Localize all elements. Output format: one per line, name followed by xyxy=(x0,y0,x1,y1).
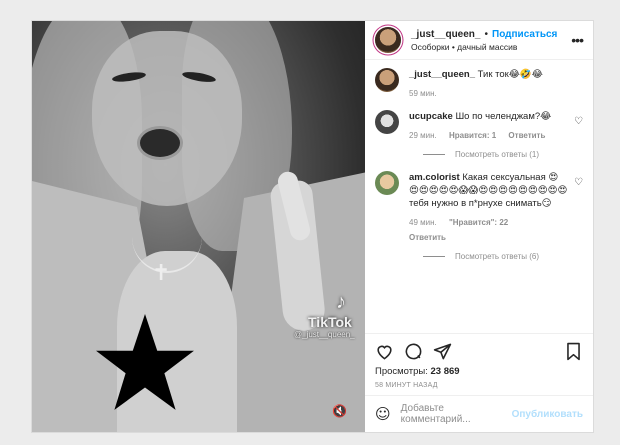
comment-username[interactable]: am.colorist xyxy=(409,172,460,183)
tiktok-watermark: ♪ TikTok xyxy=(308,291,352,330)
speaker-icon[interactable]: 🔇 xyxy=(332,404,347,418)
post-actions: Просмотры: 23 869 58 МИНУТ НАЗАД xyxy=(365,333,593,395)
author-avatar[interactable] xyxy=(375,27,401,53)
caption-time: 59 мин. xyxy=(409,89,437,98)
tiktok-brand: TikTok xyxy=(308,314,352,330)
post-location[interactable]: Особорки • дачный массив xyxy=(411,42,571,52)
view-replies-button[interactable]: Посмотреть ответы (1) xyxy=(423,150,583,159)
publish-button[interactable]: Опубликовать xyxy=(512,409,583,420)
tiktok-logo-icon: ♪ xyxy=(336,291,346,313)
more-options-icon[interactable]: ••• xyxy=(571,32,584,48)
comment-input[interactable]: Добавьте комментарий... xyxy=(401,403,512,425)
follow-button[interactable]: Подписаться xyxy=(492,29,557,40)
comment-body: ucupcake Шо по челенджам?😂 29 мин. Нрави… xyxy=(409,110,568,142)
author-username[interactable]: _just__queen_ xyxy=(411,29,480,40)
replies-divider xyxy=(423,154,445,155)
comment-like-heart-icon[interactable]: ♡ xyxy=(574,177,583,244)
comment-time: 49 мин. xyxy=(409,218,437,227)
post-header: _just__queen_ • Подписаться Особорки • д… xyxy=(365,21,593,60)
caption: _just__queen_ Тик ток😂🤣😂 59 мин. xyxy=(375,68,583,100)
comment-text: Шо по челенджам?😂 xyxy=(452,111,552,122)
post-timestamp[interactable]: 58 МИНУТ НАЗАД xyxy=(375,382,583,389)
comments-list: _just__queen_ Тик ток😂🤣😂 59 мин. ucupcak… xyxy=(365,60,593,333)
emoji-smile-icon[interactable]: ☺ xyxy=(375,405,391,423)
commenter-avatar[interactable] xyxy=(375,110,399,134)
bookmark-icon[interactable] xyxy=(564,342,583,361)
comment-likes[interactable]: "Нравится": 22 xyxy=(449,218,508,227)
comment-meta: 29 мин. Нравится: 1 Ответить xyxy=(409,129,568,142)
tiktok-watermark-user: @_just__queen_ xyxy=(294,330,355,339)
add-comment-bar: ☺ Добавьте комментарий... Опубликовать xyxy=(365,395,593,432)
comment-body: am.colorist Какая сексуальная 😍😍😍😍😍😍😱😱😍😍… xyxy=(409,171,568,244)
cross-pendant: ✝ xyxy=(152,261,171,286)
action-icons xyxy=(375,340,583,362)
views-number: 23 869 xyxy=(430,366,460,377)
share-paper-plane-icon[interactable] xyxy=(433,342,452,361)
censor-star-icon xyxy=(96,314,194,410)
comment-likes[interactable]: Нравится: 1 xyxy=(449,131,496,140)
comment-item: am.colorist Какая сексуальная 😍😍😍😍😍😍😱😱😍😍… xyxy=(375,171,583,244)
view-replies-label[interactable]: Посмотреть ответы (6) xyxy=(455,252,539,261)
caption-username[interactable]: _just__queen_ xyxy=(409,69,475,80)
caption-body: _just__queen_ Тик ток😂🤣😂 59 мин. xyxy=(409,68,583,100)
post-video[interactable]: ✝ ♪ TikTok @_just__queen_ 🔇 xyxy=(32,21,365,432)
author-info: _just__queen_ • Подписаться Особорки • д… xyxy=(411,29,571,52)
author-line: _just__queen_ • Подписаться xyxy=(411,29,571,40)
comment-meta: 49 мин. "Нравится": 22 Ответить xyxy=(409,216,568,244)
comment-item: ucupcake Шо по челенджам?😂 29 мин. Нрави… xyxy=(375,110,583,142)
replies-divider xyxy=(423,256,445,257)
comment-bubble-icon[interactable] xyxy=(404,342,423,361)
video-frame-mouth xyxy=(137,126,183,160)
comment-username[interactable]: ucupcake xyxy=(409,111,453,122)
video-frame-face xyxy=(92,31,242,206)
caption-text: Тик ток😂🤣😂 xyxy=(475,69,543,80)
instagram-post: ✝ ♪ TikTok @_just__queen_ 🔇 _just__queen… xyxy=(31,20,594,433)
commenter-avatar[interactable] xyxy=(375,171,399,195)
separator-dot: • xyxy=(484,28,488,40)
caption-meta: 59 мин. xyxy=(409,87,583,100)
reply-button[interactable]: Ответить xyxy=(409,231,568,244)
post-sidebar: _just__queen_ • Подписаться Особорки • д… xyxy=(365,21,593,432)
reply-button[interactable]: Ответить xyxy=(508,131,545,140)
view-replies-label[interactable]: Посмотреть ответы (1) xyxy=(455,150,539,159)
views-count[interactable]: Просмотры: 23 869 xyxy=(375,366,583,377)
comment-time: 29 мин. xyxy=(409,131,437,140)
view-replies-button[interactable]: Посмотреть ответы (6) xyxy=(423,252,583,261)
caption-avatar[interactable] xyxy=(375,68,399,92)
like-heart-icon[interactable] xyxy=(375,342,394,361)
comment-like-heart-icon[interactable]: ♡ xyxy=(574,116,583,142)
views-label: Просмотры: xyxy=(375,366,428,377)
